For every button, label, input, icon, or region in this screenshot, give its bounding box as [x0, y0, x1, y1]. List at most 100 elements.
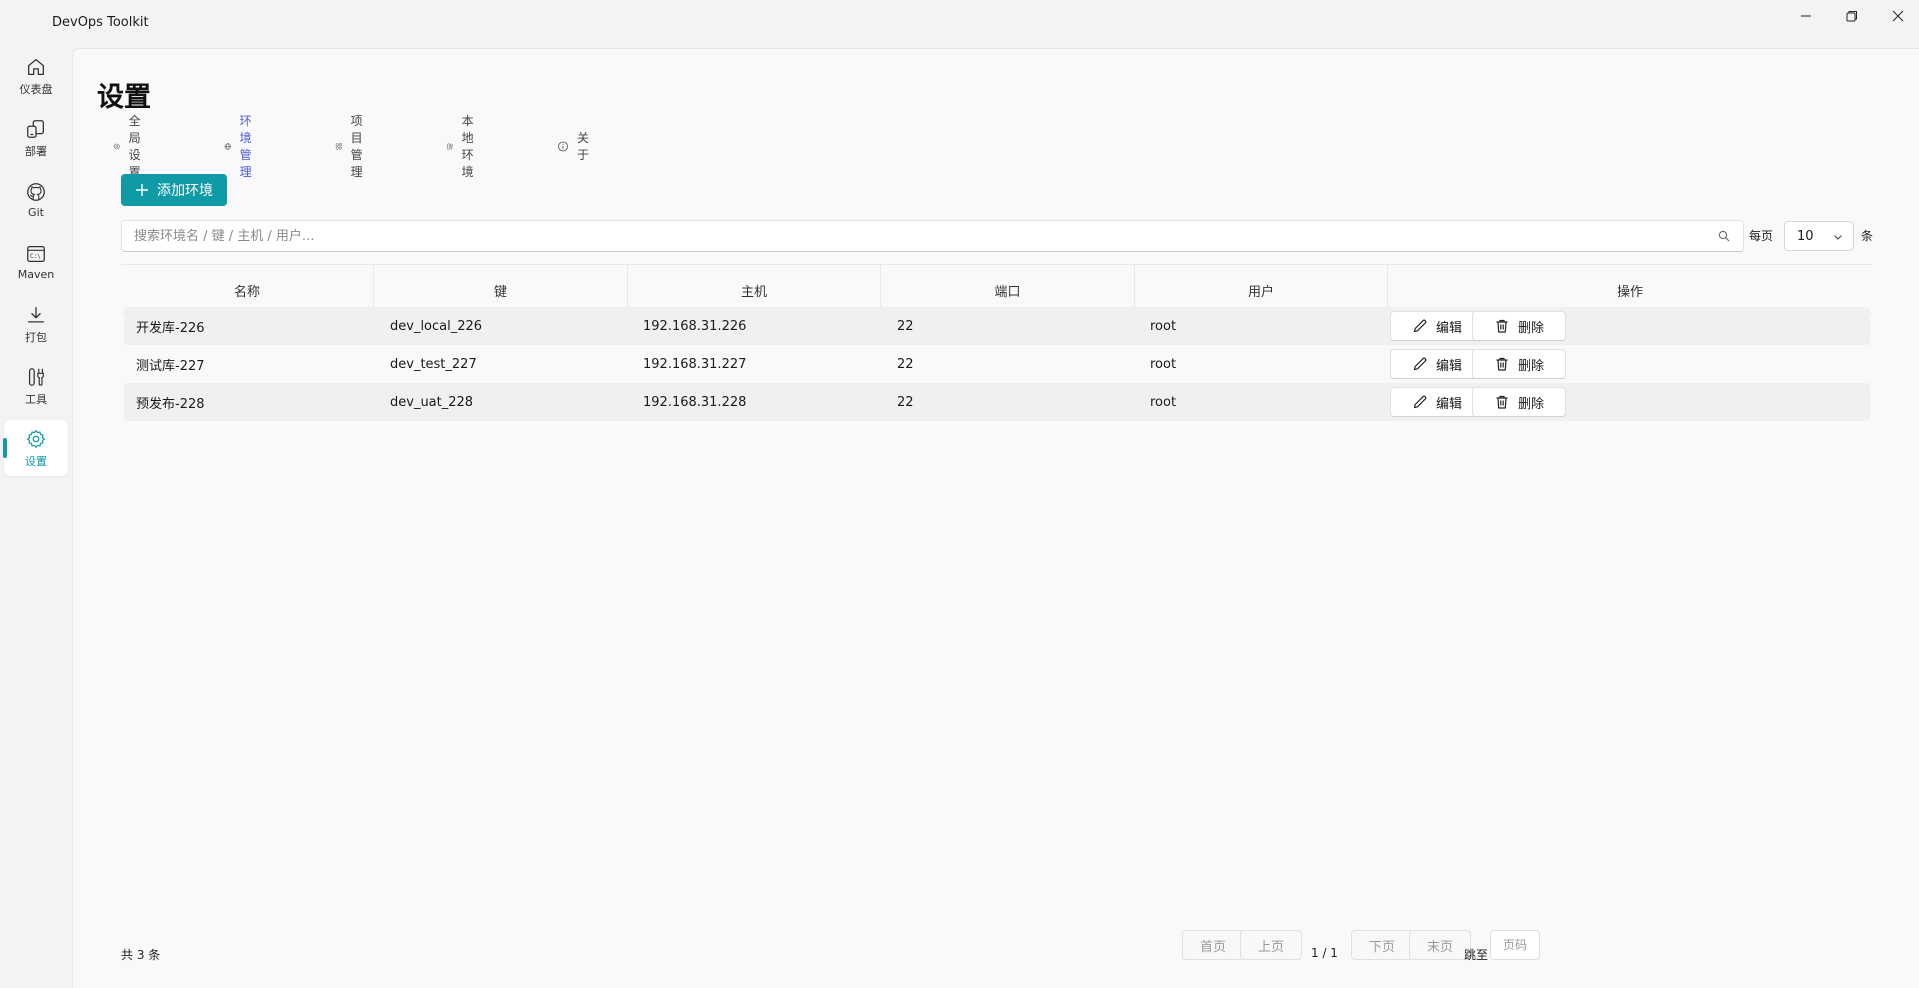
edit-button[interactable]: 编辑: [1390, 311, 1484, 341]
cell-port: 22: [897, 356, 914, 372]
table-row[interactable]: 测试库-227 dev_test_227 192.168.31.227 22 r…: [124, 345, 1870, 383]
cell-user: root: [1150, 394, 1177, 410]
cell-port: 22: [897, 394, 914, 410]
tab-project-management[interactable]: 项目管理: [335, 114, 372, 179]
gear-icon: [113, 142, 120, 150]
info-icon: [558, 141, 568, 151]
edit-label: 编辑: [1435, 358, 1462, 374]
cell-user: root: [1150, 356, 1177, 372]
trash-icon: [1496, 395, 1508, 409]
delete-label: 删除: [1517, 396, 1544, 412]
delete-label: 删除: [1517, 358, 1544, 374]
prev-page-button[interactable]: 上页: [1240, 930, 1302, 960]
add-environment-label: 添加环境: [157, 183, 213, 199]
gear-icon: [26, 429, 46, 448]
delete-label: 删除: [1517, 320, 1544, 336]
globe-icon: [224, 142, 231, 150]
minimize-button[interactable]: [1783, 0, 1829, 32]
cell-name: 开发库-226: [136, 320, 205, 336]
svg-text:C:\: C:\: [30, 253, 41, 260]
nav-item-dashboard[interactable]: 仪表盘: [4, 48, 68, 104]
next-page-button[interactable]: 下页: [1351, 930, 1413, 960]
tools-icon: [447, 142, 453, 150]
jump-label: 跳至: [1464, 948, 1489, 962]
search-icon[interactable]: [1718, 230, 1730, 242]
cell-key: dev_test_227: [390, 356, 477, 372]
tab-local-environment[interactable]: 本地环境: [446, 114, 483, 179]
total-count: 共 3 条: [121, 948, 161, 962]
nav-item-deploy[interactable]: 部署: [4, 110, 68, 166]
tab-about[interactable]: 关于: [557, 131, 594, 162]
cell-name: 测试库-227: [136, 358, 205, 374]
delete-button[interactable]: 删除: [1472, 387, 1566, 417]
nav-item-tools[interactable]: 工具: [4, 358, 68, 414]
page-title: 设置: [97, 82, 151, 113]
add-environment-button[interactable]: 添加环境: [121, 174, 227, 206]
tab-label: 环境管理: [239, 114, 252, 179]
chevron-down-icon: [1834, 235, 1842, 240]
main-content: 设置 全局设置 环境管理 项目管理 本地环境 关于 添加环境 每页 10: [72, 48, 1919, 988]
nav-item-package[interactable]: 打包: [4, 296, 68, 352]
nav-item-label: 部署: [25, 144, 47, 158]
edit-button[interactable]: 编辑: [1390, 387, 1484, 417]
cell-name: 预发布-228: [136, 396, 205, 412]
per-page-select[interactable]: 10: [1784, 221, 1854, 251]
minimize-icon: [1801, 15, 1811, 17]
side-nav: 仪表盘 部署 Git C:\ Maven 打包 工具 设置: [0, 48, 72, 988]
cell-key: dev_local_226: [390, 318, 483, 334]
page-info: 1 / 1: [1311, 946, 1338, 960]
pencil-icon: [1413, 319, 1427, 333]
table-row[interactable]: 预发布-228 dev_uat_228 192.168.31.228 22 ro…: [124, 383, 1870, 421]
deploy-icon: [27, 119, 44, 138]
trash-icon: [1496, 357, 1508, 371]
edit-label: 编辑: [1435, 396, 1462, 412]
cell-key: dev_uat_228: [390, 394, 474, 410]
tab-label: 项目管理: [350, 114, 363, 179]
active-indicator: [3, 438, 7, 458]
search-input[interactable]: [121, 220, 1744, 252]
plus-icon: [136, 184, 148, 196]
delete-button[interactable]: 删除: [1472, 311, 1566, 341]
nav-item-label: Maven: [17, 268, 55, 281]
table-row[interactable]: 开发库-226 dev_local_226 192.168.31.226 22 …: [124, 307, 1870, 345]
tab-label: 关于: [577, 131, 590, 162]
restore-icon: [1846, 11, 1857, 22]
trash-icon: [1496, 319, 1508, 333]
tab-global-settings[interactable]: 全局设置: [113, 114, 150, 179]
close-icon: [1892, 10, 1904, 22]
app-title: DevOps Toolkit: [52, 15, 149, 30]
nav-item-git[interactable]: Git: [4, 172, 68, 228]
last-page-button[interactable]: 末页: [1409, 930, 1471, 960]
cell-host: 192.168.31.226: [643, 318, 747, 334]
per-page-label: 每页: [1749, 229, 1774, 243]
tab-label: 全局设置: [128, 114, 141, 179]
cell-host: 192.168.31.227: [643, 356, 747, 372]
delete-button[interactable]: 删除: [1472, 349, 1566, 379]
page-number-input[interactable]: [1490, 930, 1540, 960]
first-page-button[interactable]: 首页: [1182, 930, 1244, 960]
nav-item-label: 工具: [25, 392, 47, 406]
nav-item-label: 仪表盘: [19, 82, 53, 96]
cell-user: root: [1150, 318, 1177, 334]
tab-environment-management[interactable]: 环境管理: [224, 114, 261, 179]
cell-port: 22: [897, 318, 914, 334]
edit-button[interactable]: 编辑: [1390, 349, 1484, 379]
title-bar: DevOps Toolkit: [0, 0, 1919, 48]
nav-item-maven[interactable]: C:\ Maven: [4, 234, 68, 290]
tab-label: 本地环境: [461, 114, 474, 179]
pencil-icon: [1413, 395, 1427, 409]
nav-item-label: 打包: [25, 330, 47, 344]
per-page-value: 10: [1797, 228, 1814, 244]
close-button[interactable]: [1875, 0, 1919, 32]
maximize-button[interactable]: [1829, 0, 1875, 32]
tools-icon: [28, 367, 44, 386]
nav-item-settings[interactable]: 设置: [3, 420, 68, 476]
pencil-icon: [1413, 357, 1427, 371]
cell-host: 192.168.31.228: [643, 394, 747, 410]
terminal-icon: C:\: [27, 246, 45, 262]
edit-label: 编辑: [1435, 320, 1462, 336]
download-icon: [28, 306, 44, 323]
apps-icon: [335, 142, 343, 149]
home-icon: [28, 58, 44, 75]
per-page-unit: 条: [1861, 229, 1874, 243]
